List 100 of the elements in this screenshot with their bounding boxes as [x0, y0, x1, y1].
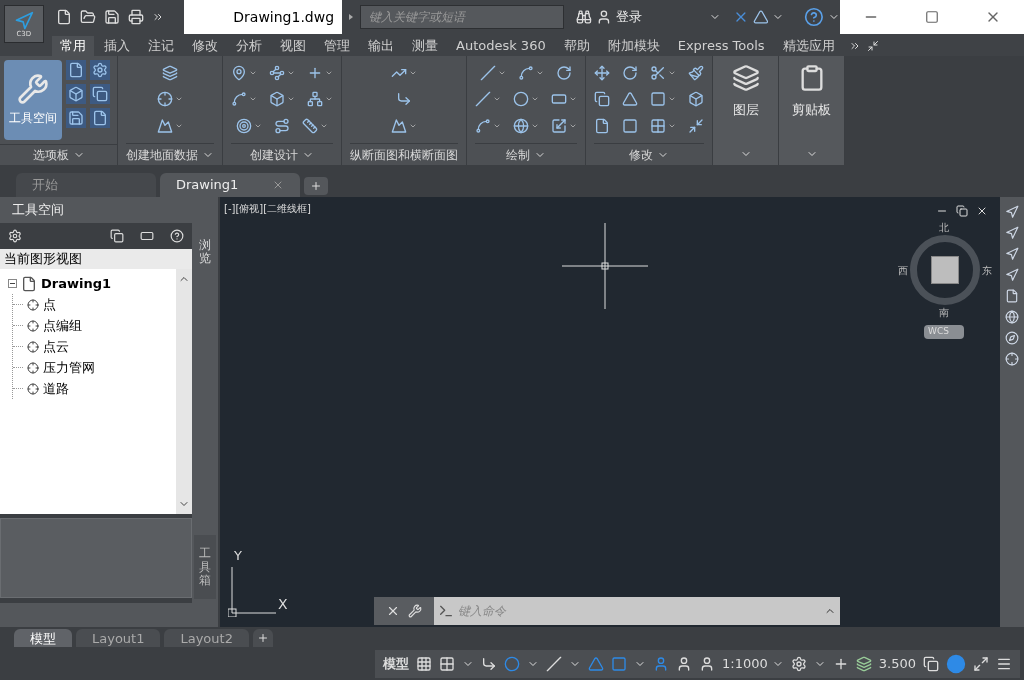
- close-icon[interactable]: [386, 604, 400, 618]
- navigation-tool-icon[interactable]: [1005, 331, 1019, 345]
- ribbon-big-button[interactable]: 图层: [713, 56, 778, 143]
- tree-item[interactable]: 点: [43, 294, 56, 315]
- ribbon-tab[interactable]: 附加模块: [599, 36, 668, 56]
- line-icon[interactable]: [480, 65, 496, 82]
- tree-item[interactable]: 压力管网: [43, 357, 95, 378]
- spline-icon[interactable]: [475, 117, 491, 134]
- ribbon-tab[interactable]: 测量: [404, 36, 446, 56]
- navigation-tool-icon[interactable]: [1005, 310, 1019, 324]
- ribbon-tab[interactable]: 输出: [360, 36, 402, 56]
- new-layout-button[interactable]: [252, 629, 273, 647]
- ribbon-tab[interactable]: 修改: [184, 36, 226, 56]
- scrollbar[interactable]: [176, 269, 192, 514]
- settings-icon[interactable]: [790, 655, 807, 672]
- toolspace-settings-icon[interactable]: [8, 229, 22, 243]
- ribbon-big-button[interactable]: 剪贴板: [779, 56, 844, 143]
- close-tab-icon[interactable]: [272, 179, 284, 191]
- ribbon-tab[interactable]: Autodesk 360: [448, 36, 554, 56]
- search-field[interactable]: 键入关键字或短语: [360, 5, 565, 29]
- binoculars-icon[interactable]: [576, 9, 592, 25]
- ribbon-tab[interactable]: 插入: [96, 36, 138, 56]
- panel-title[interactable]: 绘制: [475, 143, 577, 165]
- restore-icon[interactable]: [956, 205, 968, 217]
- ribbon-tab[interactable]: Express Tools: [669, 36, 773, 56]
- drawing-viewport[interactable]: [-][俯视][二维线框] 北 南 西 东 WCS Y X 键入命令: [220, 197, 1000, 627]
- compass-ring[interactable]: [910, 235, 980, 305]
- point-icon[interactable]: [157, 91, 173, 108]
- navigation-tool-icon[interactable]: [1005, 289, 1019, 303]
- tree-item[interactable]: Drawing1: [41, 273, 112, 294]
- collapse-toggle[interactable]: [8, 279, 17, 288]
- panel-title[interactable]: 创建设计: [231, 143, 333, 165]
- move-icon[interactable]: [594, 65, 610, 82]
- fullscreen-icon[interactable]: [973, 655, 989, 672]
- circle-icon[interactable]: [513, 91, 529, 108]
- ribbon-tab[interactable]: 常用: [52, 36, 94, 56]
- rotate-icon[interactable]: [622, 65, 638, 82]
- maximize-icon[interactable]: [925, 10, 939, 24]
- layout-tab[interactable]: Layout1: [76, 629, 161, 647]
- layout-tab[interactable]: 模型: [14, 629, 72, 647]
- print-icon[interactable]: [127, 9, 144, 25]
- close-icon[interactable]: [976, 205, 988, 217]
- grid-icon[interactable]: [416, 655, 433, 672]
- model-space-button[interactable]: 模型: [383, 653, 410, 674]
- palette-icon[interactable]: [66, 84, 86, 104]
- ribbon-tab[interactable]: 帮助: [555, 36, 598, 56]
- palette-icon[interactable]: [90, 84, 110, 104]
- tree-item[interactable]: 点云: [43, 336, 69, 357]
- help-icon[interactable]: [804, 7, 825, 27]
- view-selector[interactable]: 当前图形视图: [0, 249, 192, 269]
- ribbon-tab[interactable]: 注记: [140, 36, 182, 56]
- navigation-tool-icon[interactable]: [1005, 268, 1019, 282]
- sign-in-link[interactable]: 登录: [615, 7, 705, 27]
- palette-icon[interactable]: [90, 108, 110, 128]
- layers-icon[interactable]: [855, 655, 872, 672]
- ribbon-tab[interactable]: 管理: [316, 36, 358, 56]
- panel-title[interactable]: 纵断面图和横断面图: [350, 143, 458, 165]
- navigation-tool-icon[interactable]: [1005, 226, 1019, 240]
- panel-toggle-icon[interactable]: [866, 40, 879, 52]
- tree-item[interactable]: 道路: [43, 378, 69, 399]
- document-tab[interactable]: Drawing1: [160, 173, 300, 197]
- tree-item[interactable]: 点编组: [43, 315, 82, 336]
- palette-icon[interactable]: [90, 60, 110, 80]
- palette-icon[interactable]: [66, 108, 86, 128]
- save-icon[interactable]: [103, 9, 120, 25]
- annotation-scale[interactable]: 3.500: [878, 653, 916, 674]
- trim-icon[interactable]: [650, 65, 666, 82]
- more-tabs-icon[interactable]: [848, 40, 861, 52]
- expand-arrow-icon[interactable]: [349, 14, 353, 20]
- prompt-icon[interactable]: [438, 603, 454, 619]
- terrain-icon[interactable]: [157, 117, 173, 134]
- ribbon-tab[interactable]: 视图: [272, 36, 314, 56]
- triangle-icon[interactable]: [752, 9, 769, 25]
- panel-title[interactable]: 修改: [594, 143, 704, 165]
- navigation-tool-icon[interactable]: [1005, 247, 1019, 261]
- more-icon[interactable]: [151, 11, 164, 23]
- toolspace-button[interactable]: 工具空间: [4, 60, 62, 140]
- new-tab-button[interactable]: [304, 177, 328, 195]
- array-icon[interactable]: [650, 117, 666, 134]
- scale-selector[interactable]: 1:1000: [722, 653, 784, 674]
- copy-icon[interactable]: [110, 229, 124, 243]
- open-folder-icon[interactable]: [79, 9, 96, 25]
- construction-line-icon[interactable]: [475, 91, 491, 108]
- window-icon[interactable]: [140, 229, 154, 243]
- arc-icon[interactable]: [518, 65, 534, 82]
- panel-title[interactable]: 创建地面数据: [126, 143, 214, 165]
- viewport-label[interactable]: [-][俯视][二维线框]: [224, 201, 312, 216]
- command-input[interactable]: 键入命令: [458, 597, 820, 625]
- side-tab[interactable]: 工具箱: [194, 535, 216, 599]
- ribbon-tab[interactable]: 精选应用: [774, 36, 843, 56]
- copy-icon[interactable]: [594, 91, 610, 108]
- panel-title[interactable]: 选项板: [0, 144, 117, 165]
- layout-tab[interactable]: Layout2: [164, 629, 249, 647]
- palette-icon[interactable]: [66, 60, 86, 80]
- wrench-icon[interactable]: [408, 604, 422, 618]
- ribbon-tab[interactable]: 分析: [228, 36, 270, 56]
- brush-icon[interactable]: [688, 65, 704, 82]
- new-file-icon[interactable]: [55, 9, 72, 25]
- curve-icon[interactable]: [231, 91, 247, 108]
- navigation-tool-icon[interactable]: [1005, 352, 1019, 366]
